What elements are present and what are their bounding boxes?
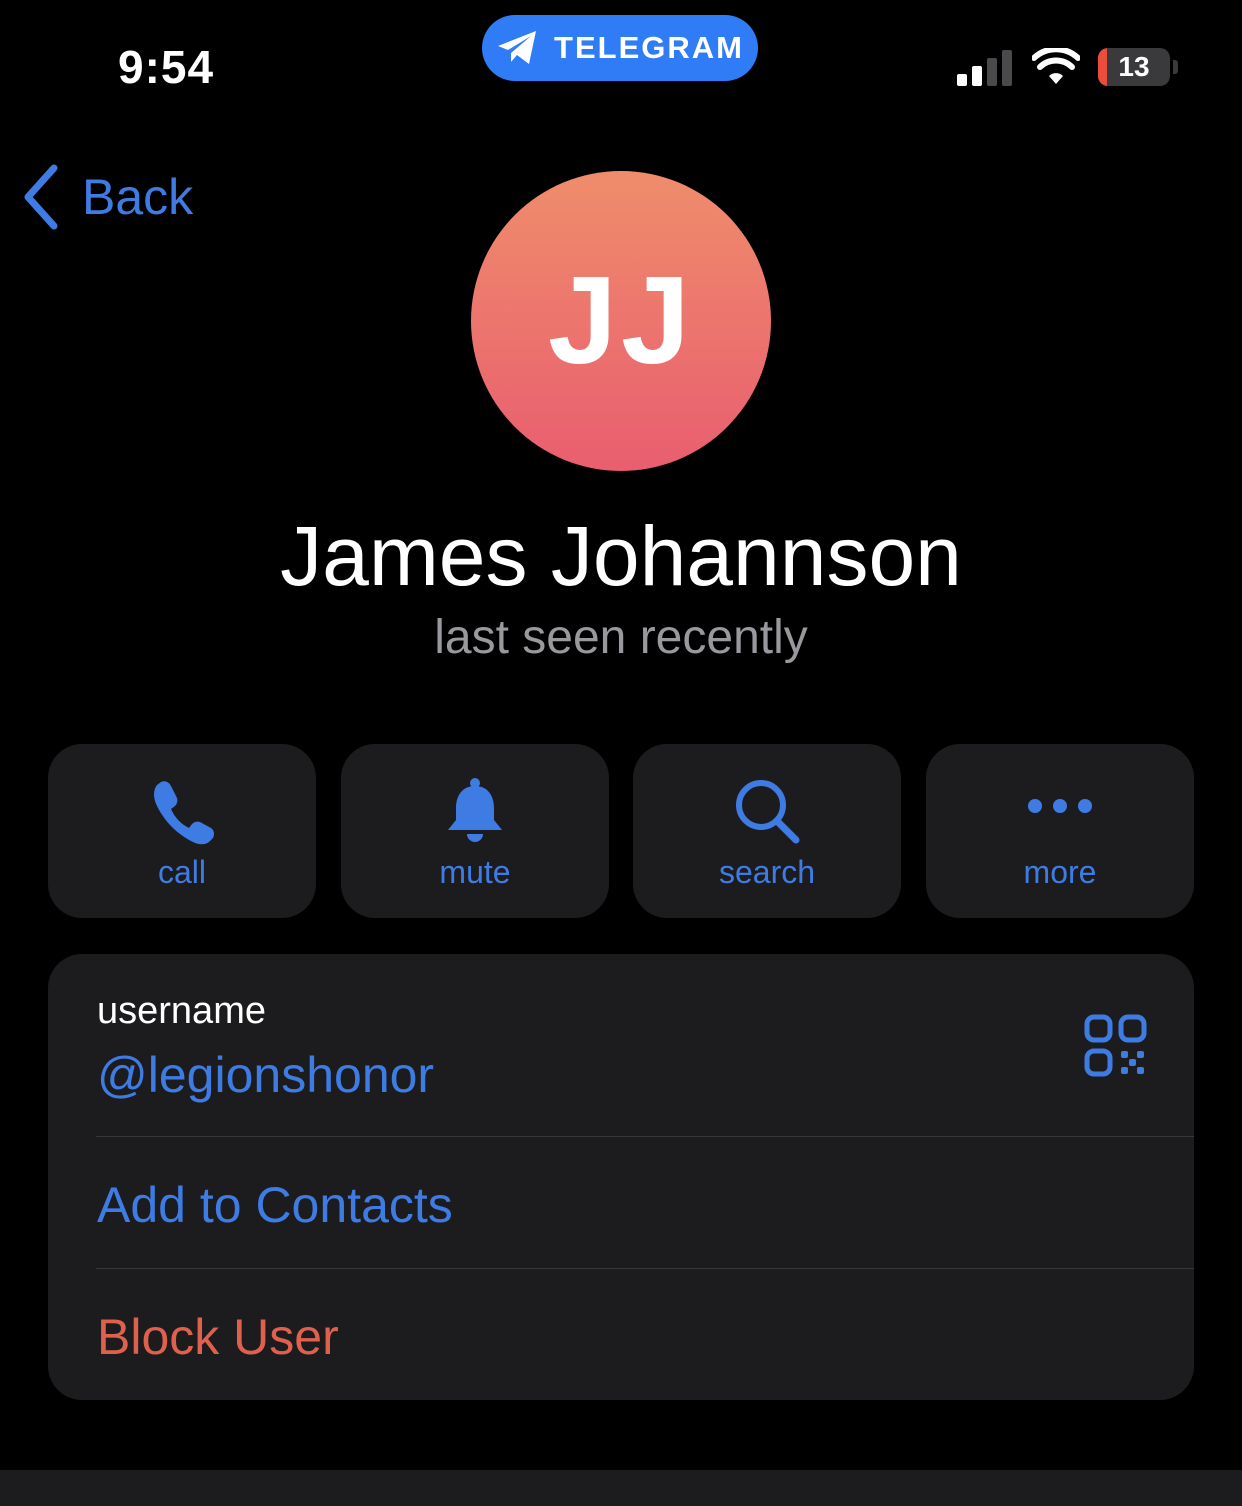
call-button[interactable] xyxy=(48,744,316,918)
block-user-row[interactable]: Block User xyxy=(48,1269,1194,1400)
cellular-signal-icon xyxy=(957,50,1012,86)
more-button[interactable] xyxy=(926,744,1194,918)
search-label: search xyxy=(718,854,816,890)
status-time: 9:54 xyxy=(118,41,215,93)
chevron-left-icon xyxy=(24,164,58,230)
avatar-initials: JJ xyxy=(548,252,694,390)
add-to-contacts-label: Add to Contacts xyxy=(97,1177,453,1233)
mute-button[interactable] xyxy=(341,744,609,918)
profile-name: James Johannson xyxy=(280,509,962,603)
username-value[interactable]: @legionshonor xyxy=(97,1046,434,1104)
bell-icon xyxy=(448,778,502,842)
back-label: Back xyxy=(82,169,194,225)
mute-label: mute xyxy=(439,854,511,890)
avatar[interactable]: JJ xyxy=(471,171,771,471)
username-row[interactable]: username @legionshonor xyxy=(48,954,1194,1136)
block-user-label: Block User xyxy=(97,1309,339,1365)
battery-cap xyxy=(1173,60,1178,74)
back-button[interactable]: Back xyxy=(20,164,193,230)
profile-status: last seen recently xyxy=(434,611,808,664)
search-button[interactable] xyxy=(633,744,901,918)
battery-indicator: 13 xyxy=(1098,48,1170,86)
wifi-icon xyxy=(1032,48,1080,84)
qr-code-icon[interactable] xyxy=(1084,1014,1148,1078)
phone-icon xyxy=(154,781,215,845)
info-card: username @legionshonor Add to Contacts B… xyxy=(48,954,1194,1400)
app-return-pill[interactable]: TELEGRAM xyxy=(482,15,758,81)
app-pill-label: TELEGRAM xyxy=(554,30,744,65)
battery-level: 13 xyxy=(1118,51,1150,82)
username-label: username xyxy=(97,990,266,1032)
telegram-plane-icon xyxy=(498,31,537,64)
bottom-bar xyxy=(0,1470,1242,1506)
more-dots-icon xyxy=(1028,799,1092,813)
search-icon xyxy=(736,780,800,844)
add-to-contacts-row[interactable]: Add to Contacts xyxy=(48,1137,1194,1268)
more-label: more xyxy=(1023,854,1097,890)
call-label: call xyxy=(157,854,206,890)
